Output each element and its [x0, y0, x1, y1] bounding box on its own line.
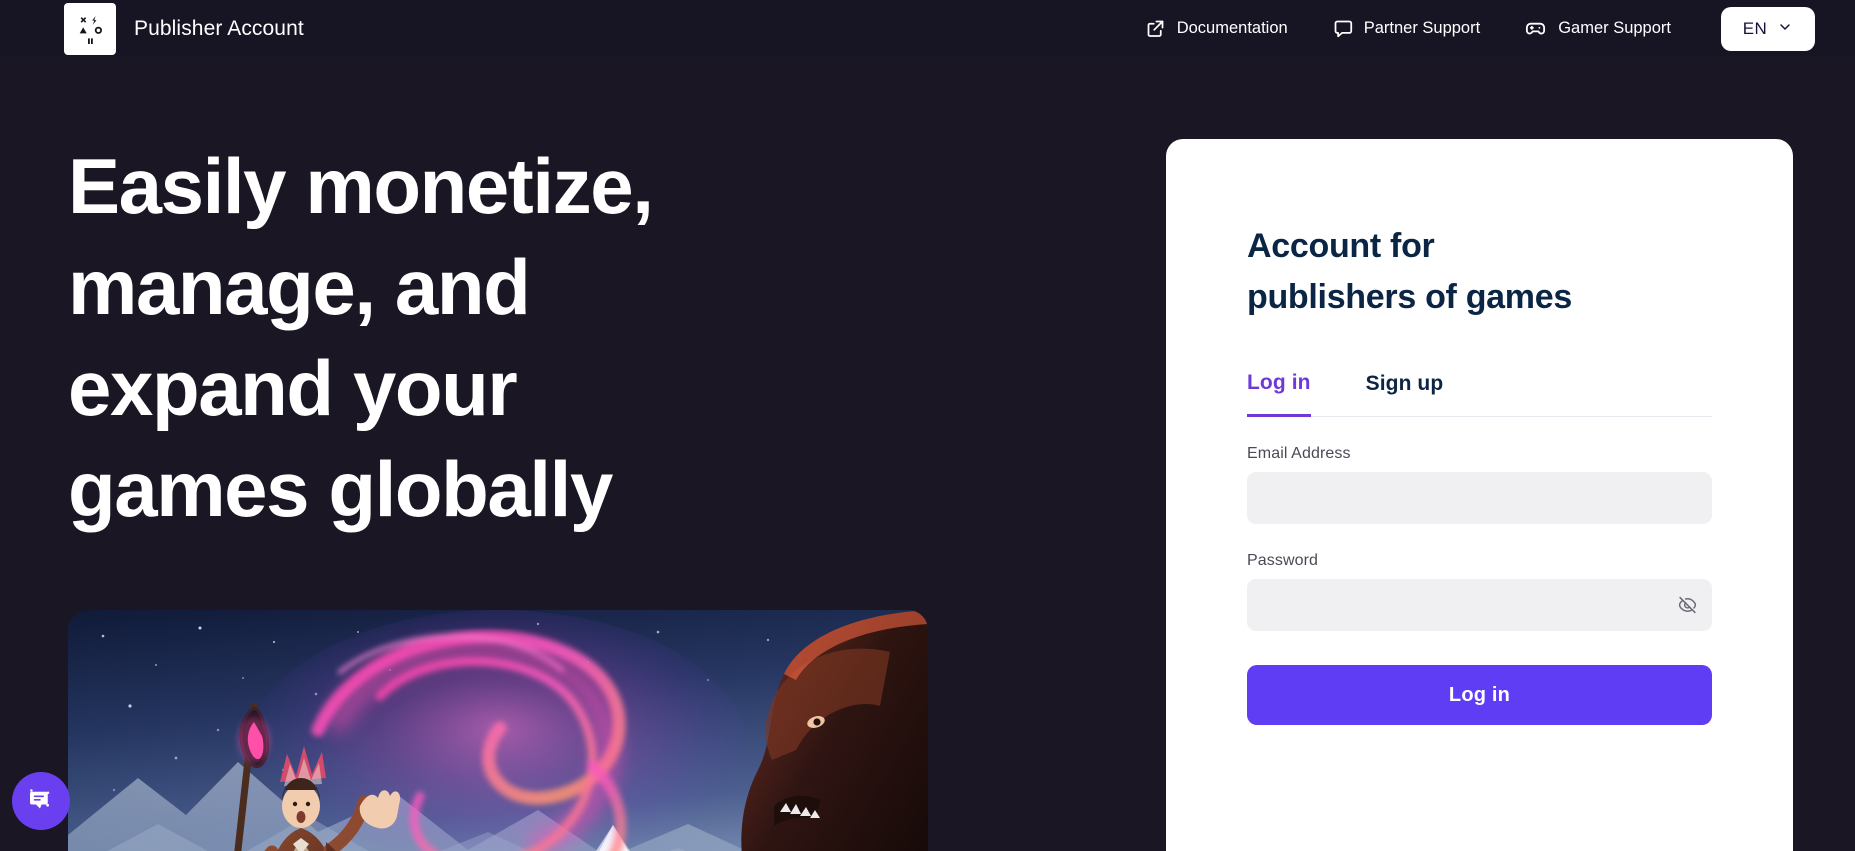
- nav-item-documentation[interactable]: Documentation: [1123, 18, 1310, 39]
- email-field-label: Email Address: [1247, 445, 1351, 462]
- nav-item-partner-support-label: Partner Support: [1363, 19, 1481, 37]
- eye-off-icon[interactable]: [1677, 595, 1698, 616]
- chat-bubble-icon: [1332, 18, 1353, 39]
- tab-log-in[interactable]: Log in: [1247, 371, 1311, 417]
- tab-sign-up[interactable]: Sign up: [1366, 371, 1444, 416]
- external-link-icon: [1145, 18, 1166, 39]
- language-selector[interactable]: EN: [1721, 6, 1815, 51]
- login-card-title: Account for publishers of games: [1247, 227, 1572, 316]
- password-input[interactable]: [1247, 579, 1712, 631]
- password-field-group: Password: [1247, 552, 1712, 631]
- auth-tabs: Log in Sign up: [1247, 371, 1712, 417]
- password-field-label: Password: [1247, 552, 1319, 569]
- dice-glyphs-logo-icon: [64, 2, 116, 55]
- hero-section: Easily monetize, manage, and expand your…: [68, 136, 928, 540]
- top-header: Publisher Account Documentation Partner …: [0, 0, 1855, 57]
- header-nav: Documentation Partner Support Gamer Supp…: [1123, 6, 1815, 51]
- brand-name: Publisher Account: [134, 16, 304, 40]
- hero-artwork: [68, 610, 928, 851]
- brand[interactable]: Publisher Account: [64, 2, 304, 55]
- nav-item-gamer-support[interactable]: Gamer Support: [1502, 17, 1693, 40]
- language-selector-value: EN: [1742, 18, 1768, 38]
- hero-title: Easily monetize, manage, and expand your…: [68, 142, 654, 533]
- log-in-submit-button[interactable]: Log in: [1247, 665, 1712, 725]
- nav-item-gamer-support-label: Gamer Support: [1558, 19, 1671, 37]
- email-field-group: Email Address: [1247, 445, 1712, 524]
- chevron-down-icon: [1777, 19, 1793, 38]
- nav-item-documentation-label: Documentation: [1176, 19, 1288, 37]
- email-input[interactable]: [1247, 472, 1712, 524]
- chat-message-icon: [26, 785, 56, 818]
- chat-widget-button[interactable]: [12, 772, 70, 830]
- login-card: Account for publishers of games Log in S…: [1166, 139, 1793, 851]
- nav-item-partner-support[interactable]: Partner Support: [1310, 18, 1502, 39]
- gamepad-icon: [1524, 17, 1547, 40]
